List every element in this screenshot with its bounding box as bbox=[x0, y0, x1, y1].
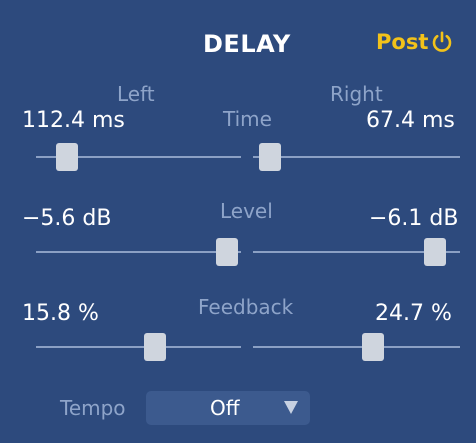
time-label: Time bbox=[223, 107, 272, 131]
feedback-right-slider[interactable] bbox=[253, 333, 460, 361]
post-toggle-button[interactable]: Post bbox=[376, 30, 453, 54]
panel-title: DELAY bbox=[203, 30, 291, 58]
feedback-right-value: 24.7 % bbox=[375, 301, 452, 326]
slider-thumb[interactable] bbox=[424, 238, 447, 266]
slider-thumb[interactable] bbox=[362, 333, 385, 361]
slider-track bbox=[36, 251, 241, 253]
chevron-down-icon bbox=[284, 401, 298, 414]
slider-thumb[interactable] bbox=[143, 333, 166, 361]
slider-track bbox=[253, 156, 460, 158]
power-icon bbox=[431, 31, 453, 53]
feedback-label: Feedback bbox=[198, 295, 294, 319]
slider-thumb[interactable] bbox=[258, 143, 281, 171]
delay-panel: DELAY Post Left Right 112.4 ms Time 67.4… bbox=[0, 0, 476, 443]
tempo-value: Off bbox=[210, 396, 240, 420]
post-label: Post bbox=[376, 30, 429, 54]
feedback-left-slider[interactable] bbox=[36, 333, 241, 361]
right-channel-label: Right bbox=[330, 82, 383, 106]
level-left-slider[interactable] bbox=[36, 238, 241, 266]
level-label: Level bbox=[220, 199, 273, 223]
level-right-value: −6.1 dB bbox=[369, 206, 459, 231]
slider-thumb[interactable] bbox=[215, 238, 238, 266]
left-channel-label: Left bbox=[117, 82, 155, 106]
tempo-label: Tempo bbox=[60, 396, 126, 420]
tempo-dropdown[interactable]: Off bbox=[146, 391, 310, 425]
level-right-slider[interactable] bbox=[253, 238, 460, 266]
time-left-slider[interactable] bbox=[36, 143, 241, 171]
slider-track bbox=[253, 346, 460, 348]
slider-track bbox=[36, 346, 241, 348]
slider-thumb[interactable] bbox=[55, 143, 78, 171]
level-left-value: −5.6 dB bbox=[22, 206, 112, 231]
time-right-value: 67.4 ms bbox=[366, 108, 455, 133]
feedback-left-value: 15.8 % bbox=[22, 301, 99, 326]
time-left-value: 112.4 ms bbox=[22, 108, 125, 133]
time-right-slider[interactable] bbox=[253, 143, 460, 171]
